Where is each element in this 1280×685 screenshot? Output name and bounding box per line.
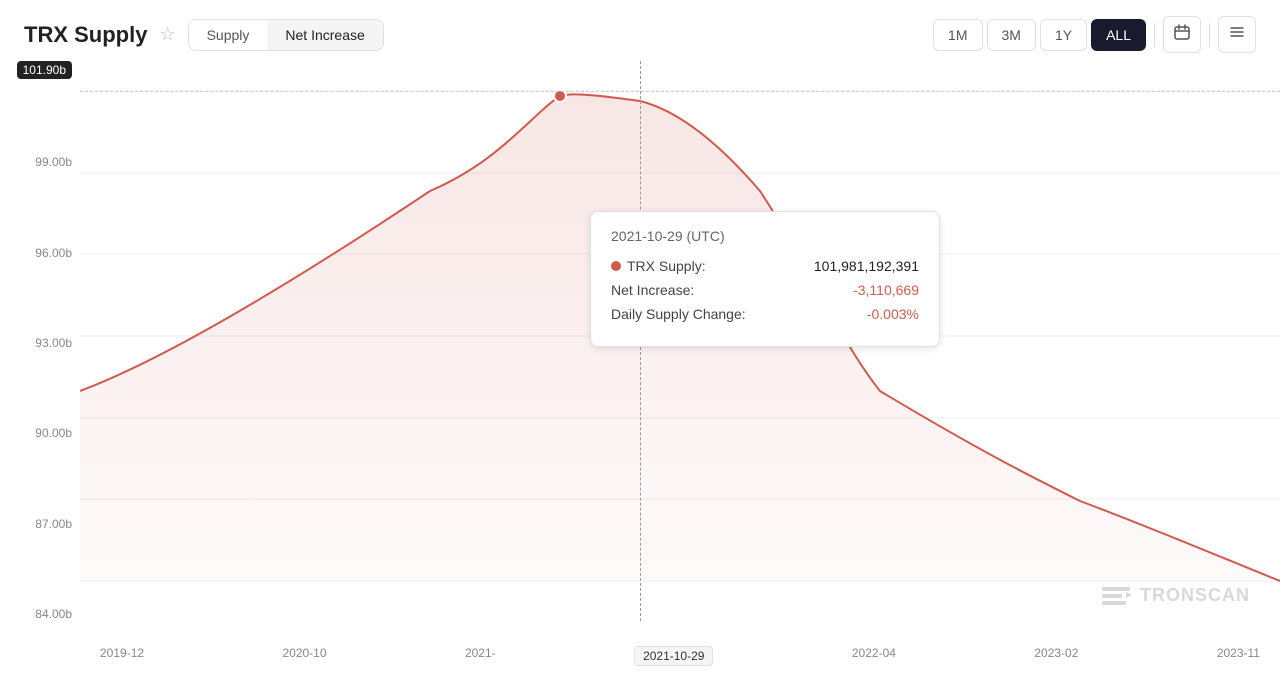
tooltip-row-supply: TRX Supply: 101,981,192,391 [611, 258, 919, 274]
divider2 [1209, 23, 1210, 47]
chart-area-fill [80, 94, 640, 581]
watermark: TRONSCAN [1100, 579, 1250, 611]
calendar-icon[interactable] [1163, 16, 1201, 53]
x-label-0: 2019-12 [100, 646, 144, 666]
y-label-96: 96.00b [35, 246, 72, 260]
peak-line [80, 91, 1280, 92]
time-btn-1y[interactable]: 1Y [1040, 19, 1087, 51]
y-label-87: 87.00b [35, 517, 72, 531]
tooltip-net-value: -3,110,669 [853, 282, 919, 298]
tooltip-daily-label: Daily Supply Change: [611, 306, 746, 322]
menu-icon[interactable] [1218, 16, 1256, 53]
favorite-icon[interactable]: ☆ [159, 24, 175, 45]
y-label-peak: 101.90b [17, 61, 72, 79]
tronscan-logo-icon [1100, 579, 1132, 611]
tooltip: 2021-10-29 (UTC) TRX Supply: 101,981,192… [590, 211, 940, 347]
y-axis: 101.90b 99.00b 96.00b 93.00b 90.00b 87.0… [0, 61, 78, 621]
y-label-84: 84.00b [35, 607, 72, 621]
header-left: TRX Supply ☆ Supply Net Increase [24, 19, 384, 51]
x-label-1: 2020-10 [282, 646, 326, 666]
x-label-2: 2021- [465, 646, 496, 666]
divider [1154, 23, 1155, 47]
tooltip-row-net-increase: Net Increase: -3,110,669 [611, 282, 919, 298]
page-header: TRX Supply ☆ Supply Net Increase 1M 3M 1… [0, 0, 1280, 61]
x-label-5: 2023-02 [1034, 646, 1078, 666]
tooltip-date: 2021-10-29 (UTC) [611, 228, 919, 244]
x-label-4: 2022-04 [852, 646, 896, 666]
time-btn-1m[interactable]: 1M [933, 19, 982, 51]
x-label-3: 2021-10-29 [634, 646, 713, 666]
tab-net-increase[interactable]: Net Increase [267, 20, 382, 50]
supply-dot [611, 261, 621, 271]
y-label-93: 93.00b [35, 336, 72, 350]
x-axis: 2019-12 2020-10 2021- 2021-10-29 2022-04… [80, 646, 1280, 666]
page-title: TRX Supply [24, 22, 147, 48]
x-label-6: 2023-11 [1217, 646, 1260, 666]
time-btn-all[interactable]: ALL [1091, 19, 1146, 51]
tooltip-daily-value: -0.003% [867, 306, 919, 322]
y-label-99: 99.00b [35, 155, 72, 169]
tooltip-supply-value: 101,981,192,391 [814, 258, 919, 274]
time-btn-3m[interactable]: 3M [987, 19, 1036, 51]
y-label-90: 90.00b [35, 426, 72, 440]
tab-group: Supply Net Increase [188, 19, 384, 51]
header-right: 1M 3M 1Y ALL [933, 16, 1256, 53]
tooltip-supply-label: TRX Supply: [611, 258, 706, 274]
watermark-text: TRONSCAN [1140, 585, 1250, 606]
tab-supply[interactable]: Supply [189, 20, 268, 50]
tooltip-net-label: Net Increase: [611, 282, 694, 298]
chart-container: 101.90b 99.00b 96.00b 93.00b 90.00b 87.0… [0, 61, 1280, 671]
tooltip-row-daily-change: Daily Supply Change: -0.003% [611, 306, 919, 322]
